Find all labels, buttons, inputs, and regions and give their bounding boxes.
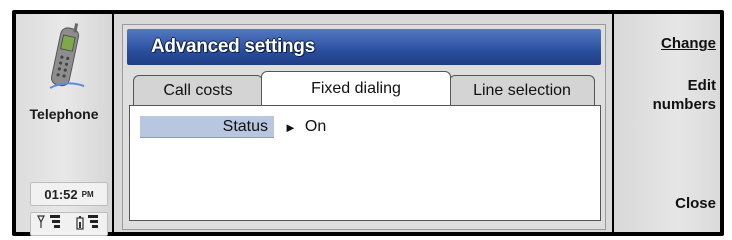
status-indicators	[30, 212, 108, 236]
command-panel: Change Edit numbers Close	[614, 14, 720, 232]
close-button[interactable]: Close	[675, 194, 716, 213]
edit-numbers-button[interactable]: Edit numbers	[646, 76, 716, 114]
clock-time: 01:52	[44, 186, 78, 202]
tab-call-costs[interactable]: Call costs	[133, 75, 263, 105]
right-arrow-icon: ►	[284, 119, 297, 135]
setting-row-status[interactable]: Status ► On	[140, 116, 326, 138]
setting-value-status: On	[304, 118, 327, 135]
app-name: Telephone	[29, 106, 99, 122]
clock: 01:52 PM	[30, 182, 108, 206]
battery-level-icon	[74, 213, 102, 236]
tab-content-fixed-dialing: Status ► On	[129, 105, 601, 221]
dialog-title-bar: Advanced settings	[127, 29, 601, 65]
tab-line-selection[interactable]: Line selection	[449, 75, 595, 105]
mobile-phone-icon	[42, 22, 90, 92]
dialog-title: Advanced settings	[151, 36, 315, 57]
change-button[interactable]: Change	[661, 34, 716, 53]
setting-label-status: Status	[140, 116, 274, 138]
clock-ampm: PM	[81, 189, 94, 199]
edit-numbers-label: Edit numbers	[652, 77, 716, 113]
tab-fixed-dialing[interactable]: Fixed dialing	[261, 71, 451, 105]
signal-strength-icon	[36, 213, 64, 236]
tab-bar: Call costs Fixed dialing Line selection	[133, 71, 599, 105]
app-panel: Telephone 01:52 PM	[16, 14, 112, 236]
advanced-settings-dialog: Advanced settings Call costs Fixed diali…	[122, 24, 606, 230]
